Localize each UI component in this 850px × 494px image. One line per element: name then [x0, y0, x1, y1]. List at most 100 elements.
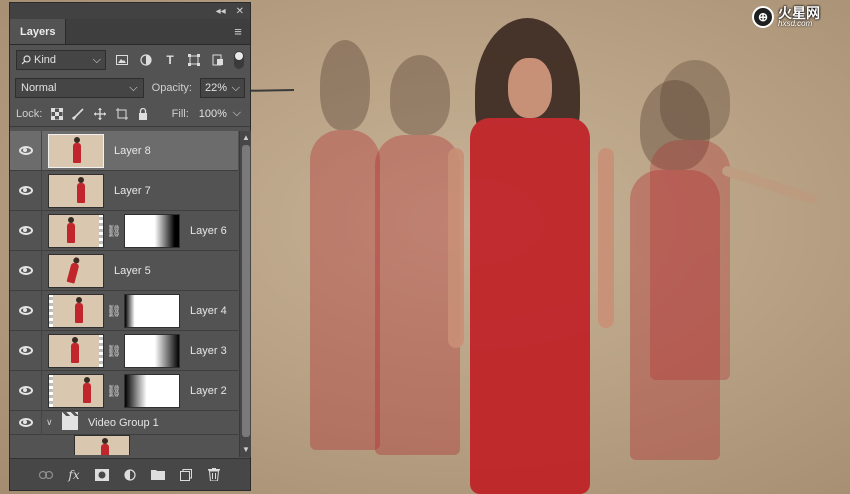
scroll-thumb[interactable] [242, 145, 250, 437]
layer-mask-thumbnail[interactable] [124, 213, 180, 248]
smart-object-filter-icon[interactable] [210, 52, 226, 68]
eye-icon [18, 418, 33, 427]
layer-row[interactable]: Layer 7 [10, 170, 238, 211]
main-figure [430, 18, 630, 494]
kind-filter-select[interactable]: Kind ⌵ [16, 50, 106, 70]
blend-mode-select[interactable]: Normal ⌵ [15, 78, 144, 98]
layers-panel: ◂◂ ✕ Layers ≡ Kind ⌵ T Normal ⌵ Opacity:… [9, 2, 251, 491]
visibility-toggle[interactable] [10, 330, 42, 371]
layer-name[interactable]: Layer 3 [190, 345, 227, 357]
opacity-field[interactable]: 22% ⌵ [200, 78, 245, 98]
adjustment-layer-icon[interactable] [122, 467, 138, 483]
layer-name[interactable]: Layer 2 [190, 385, 227, 397]
filter-toggle[interactable] [234, 51, 244, 69]
tab-layers[interactable]: Layers [10, 19, 67, 44]
layer-thumbnail [48, 333, 104, 368]
visibility-toggle[interactable] [10, 290, 42, 331]
chevron-down-icon: ⌵ [92, 53, 101, 66]
opacity-label: Opacity: [151, 82, 192, 94]
layer-row[interactable]: ⛓ Layer 3 [10, 330, 238, 371]
chevron-down-icon: ⌵ [129, 81, 138, 94]
layer-name[interactable]: Layer 7 [114, 185, 151, 197]
eye-icon [18, 386, 33, 395]
panel-bottom-bar: fx [10, 458, 250, 490]
layer-row[interactable] [10, 435, 238, 455]
filter-row: Kind ⌵ T [10, 45, 250, 75]
kind-label: Kind [34, 54, 57, 66]
lock-label: Lock: [16, 107, 43, 120]
layer-name[interactable]: Layer 4 [190, 305, 227, 317]
layer-mask-thumbnail[interactable] [124, 333, 180, 368]
chevron-down-icon[interactable]: ⌵ [232, 82, 240, 95]
fill-value: 100% [198, 107, 227, 120]
visibility-toggle[interactable] [10, 250, 42, 291]
lock-image-pixels-icon[interactable] [71, 106, 86, 122]
layer-thumbnail [74, 435, 130, 455]
layer-row[interactable]: ⛓ Layer 4 [10, 290, 238, 331]
chevron-down-icon[interactable]: ⌵ [233, 107, 241, 120]
layer-name[interactable]: Layer 5 [114, 265, 151, 277]
layer-thumbnail [48, 133, 104, 168]
new-group-icon[interactable] [150, 467, 166, 483]
watermark: ⊕ 火星网 hxsd.com [752, 6, 844, 28]
group-name[interactable]: Video Group 1 [88, 417, 159, 429]
scroll-up-icon[interactable]: ▲ [240, 133, 252, 143]
lock-artboard-icon[interactable] [114, 106, 129, 122]
panel-tabbar: Layers ≡ [10, 19, 250, 45]
watermark-logo-icon: ⊕ [752, 6, 774, 28]
lock-all-icon[interactable] [136, 106, 151, 122]
eye-icon [18, 266, 33, 275]
eye-icon [18, 186, 33, 195]
layer-thumbnail [48, 173, 104, 208]
lock-transparent-pixels-icon[interactable] [49, 106, 64, 122]
chevron-down-icon[interactable]: ∨ [46, 417, 58, 428]
visibility-toggle[interactable] [10, 131, 42, 171]
watermark-brand: 火星网 [778, 5, 820, 21]
group-row[interactable]: ∨ Video Group 1 [10, 410, 238, 435]
layer-row[interactable]: ⛓ Layer 6 [10, 210, 238, 251]
image-filter-icon[interactable] [114, 52, 130, 68]
mask-link-icon[interactable]: ⛓ [106, 384, 121, 398]
layer-name[interactable]: Layer 6 [190, 225, 227, 237]
layer-name[interactable]: Layer 8 [114, 145, 151, 157]
watermark-domain: hxsd.com [778, 19, 813, 28]
mask-link-icon[interactable]: ⛓ [106, 304, 121, 318]
eye-icon [18, 146, 33, 155]
layer-thumbnail [48, 293, 104, 328]
panel-menu-icon[interactable]: ≡ [226, 19, 250, 44]
layers-list: Layer 8 Layer 7 ⛓ Layer 6 Layer 5 ⛓ Laye… [10, 131, 238, 457]
fx-icon[interactable]: fx [66, 467, 82, 483]
panel-titlebar: ◂◂ ✕ [10, 3, 250, 19]
adjustment-filter-icon[interactable] [138, 52, 154, 68]
opacity-value: 22% [205, 82, 228, 94]
close-icon[interactable]: ✕ [236, 6, 244, 17]
link-layers-icon[interactable] [38, 467, 54, 483]
video-group-icon [62, 411, 78, 430]
mask-link-icon[interactable]: ⛓ [106, 224, 121, 238]
layer-row[interactable]: Layer 5 [10, 250, 238, 291]
layer-mask-thumbnail[interactable] [124, 293, 180, 328]
type-filter-icon[interactable]: T [162, 52, 178, 68]
shape-filter-icon[interactable] [186, 52, 202, 68]
layer-thumbnail [48, 253, 104, 288]
search-icon [21, 55, 31, 65]
visibility-toggle[interactable] [10, 170, 42, 211]
fill-field[interactable]: 100% ⌵ [196, 105, 244, 123]
visibility-toggle[interactable] [10, 210, 42, 251]
layers-scrollbar[interactable]: ▲ ▼ [239, 131, 251, 457]
eye-icon [18, 226, 33, 235]
layer-thumbnail [48, 213, 104, 248]
mask-link-icon[interactable]: ⛓ [106, 344, 121, 358]
lock-position-icon[interactable] [93, 106, 108, 122]
delete-layer-icon[interactable] [206, 467, 222, 483]
collapse-icon[interactable]: ◂◂ [216, 6, 226, 17]
fill-label: Fill: [171, 107, 189, 120]
scroll-down-icon[interactable]: ▼ [240, 445, 252, 455]
add-mask-icon[interactable] [94, 467, 110, 483]
layer-mask-thumbnail[interactable] [124, 373, 180, 408]
new-layer-icon[interactable] [178, 467, 194, 483]
visibility-toggle[interactable] [10, 370, 42, 411]
visibility-toggle[interactable] [10, 410, 42, 435]
layer-row[interactable]: ⛓ Layer 2 [10, 370, 238, 411]
layer-row[interactable]: Layer 8 [10, 131, 238, 171]
